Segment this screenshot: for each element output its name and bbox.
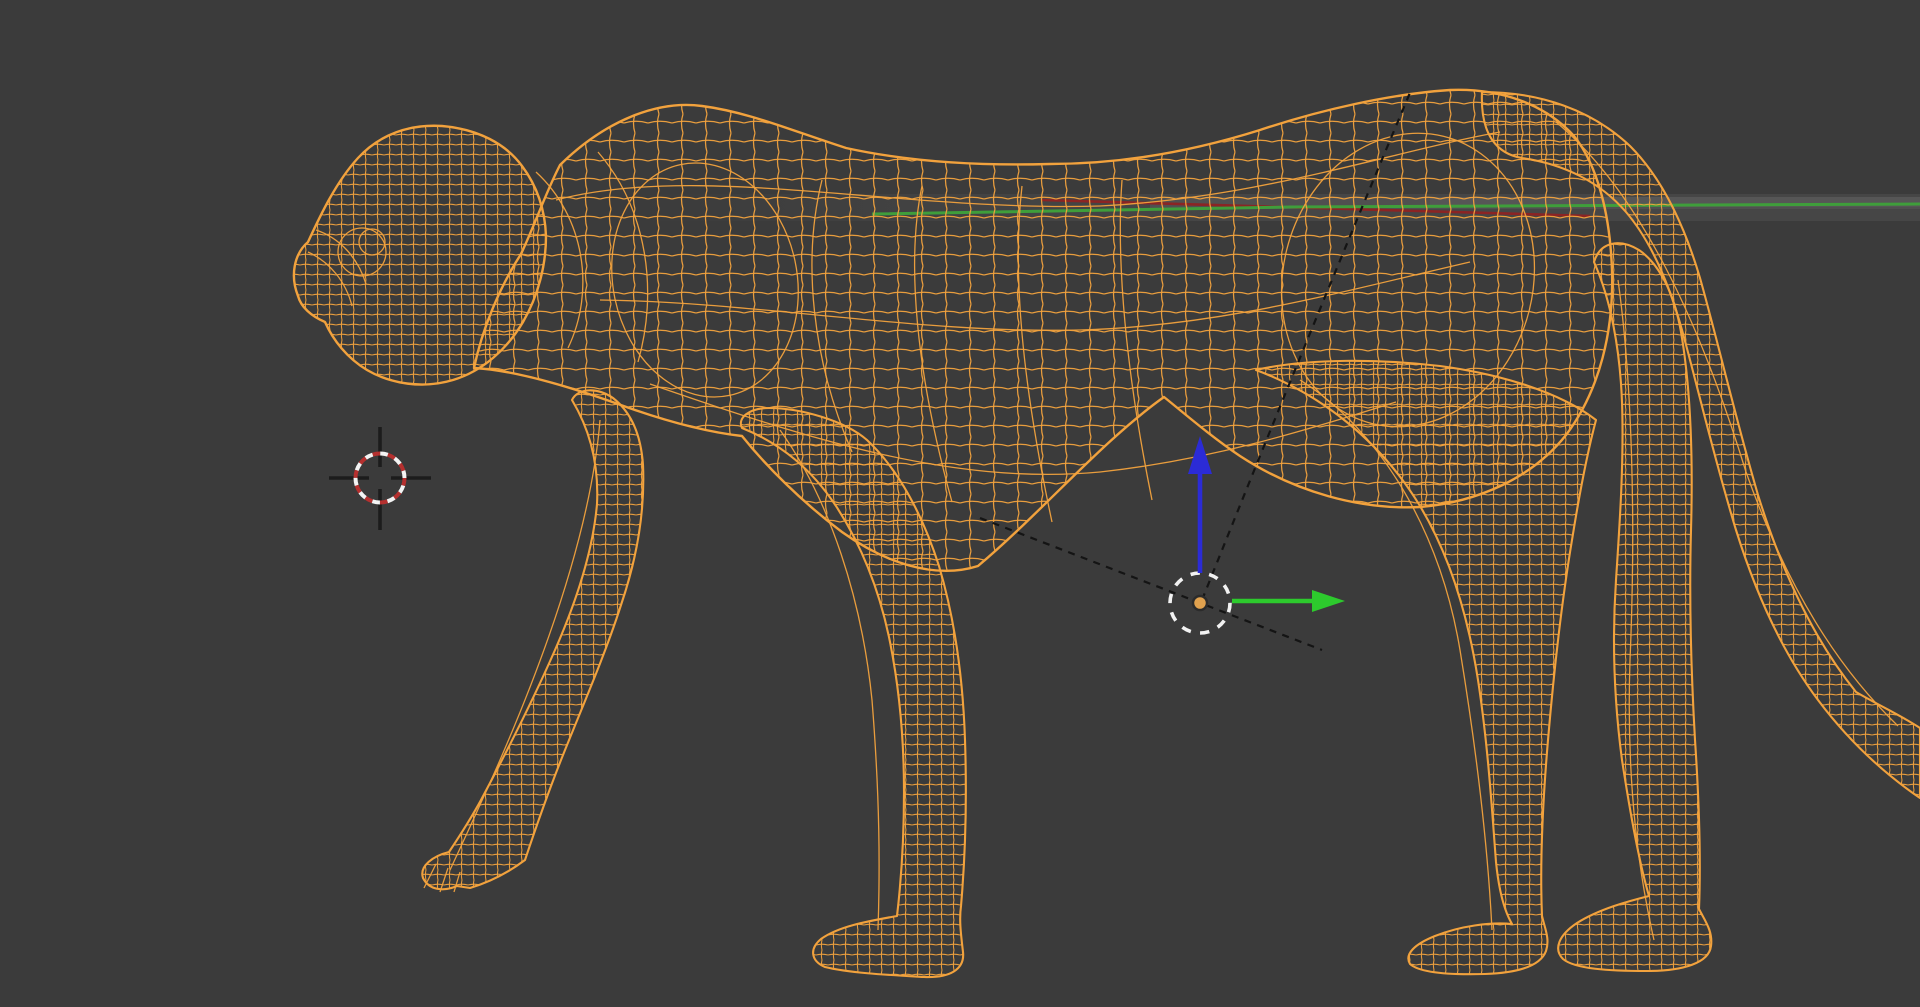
viewport-3d[interactable] — [0, 0, 1920, 1007]
gizmo-origin-dot[interactable] — [1191, 594, 1209, 612]
